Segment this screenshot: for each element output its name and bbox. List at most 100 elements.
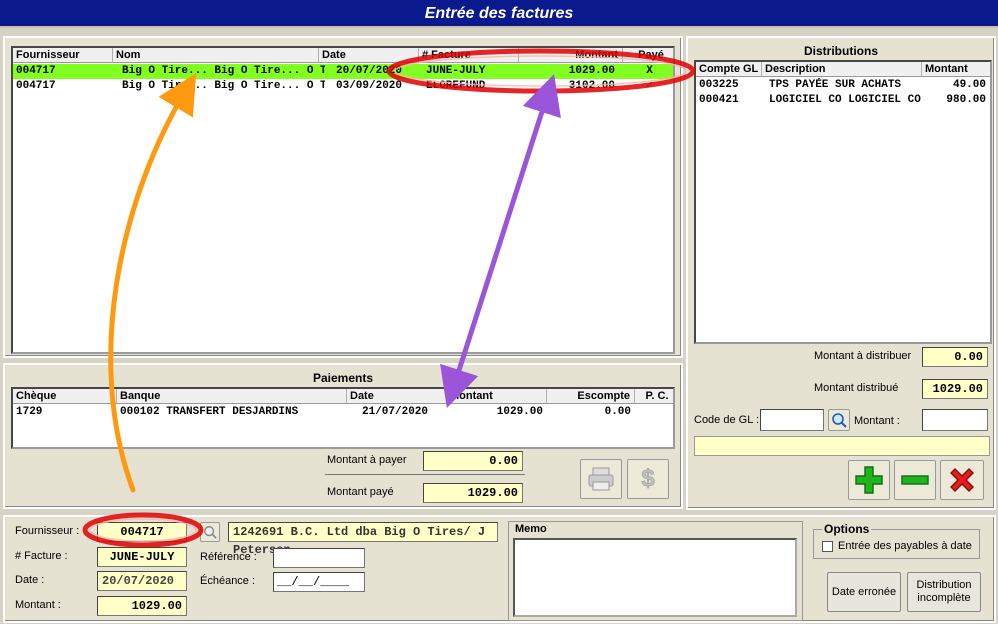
supplier-label: Fournisseur : [15, 525, 80, 537]
due-label: Échéance : [200, 575, 256, 587]
paid-field: 1029.00 [423, 483, 523, 503]
minus-icon [901, 475, 929, 485]
col-pc[interactable]: P. C. [635, 389, 673, 404]
payables-checkbox-label: Entrée des payables à date [838, 540, 972, 552]
cell-paid: ✓ [646, 80, 653, 92]
col-date[interactable]: Date [319, 48, 419, 63]
supplier-search-button[interactable] [200, 522, 220, 542]
date-label: Date : [15, 574, 45, 586]
search-icon [204, 526, 217, 539]
divider [325, 474, 525, 475]
options-group: Options Entrée des payables à date [813, 522, 980, 559]
cell-amount: 1029.00 [568, 65, 615, 77]
col-bank[interactable]: Banque [117, 389, 347, 404]
amount-field[interactable]: 1029.00 [97, 596, 187, 616]
incomplete-button-line1: Distribution [916, 579, 972, 591]
supplier-field[interactable]: 004717 [97, 522, 187, 542]
distributions-table[interactable]: Compte GL Description Montant 003225 TPS… [694, 60, 992, 344]
remove-button[interactable] [894, 460, 936, 500]
table-row[interactable]: 000421 LOGICIEL CO LOGICIEL CO 980.00 [696, 93, 990, 108]
distributions-panel: Distributions Compte GL Description Mont… [686, 36, 996, 510]
payment-button[interactable]: $ [627, 459, 669, 499]
dist-amount-label: Montant : [854, 415, 900, 427]
wrong-date-button[interactable]: Date erronée [827, 572, 901, 612]
to-pay-field: 0.00 [423, 451, 523, 471]
memo-label: Memo [515, 523, 547, 535]
invoice-form-panel: Fournisseur : 004717 1242691 B.C. Ltd db… [3, 515, 996, 623]
printer-icon [588, 467, 614, 491]
svg-text:$: $ [641, 465, 655, 492]
cell-amount: 1029.00 [496, 406, 543, 418]
incomplete-distribution-button[interactable]: Distribution incomplète [907, 572, 981, 612]
payables-checkbox[interactable] [822, 541, 833, 552]
cell-description: LOGICIEL CO LOGICIEL CO [769, 94, 921, 106]
red-x-icon [950, 468, 974, 492]
cell-gl-account: 003225 [699, 79, 739, 91]
reference-label: Référence : [200, 551, 257, 563]
col-supplier[interactable]: Fournisseur [13, 48, 113, 63]
col-paid[interactable]: Payé [623, 48, 673, 63]
invoices-panel: Fournisseur Nom Date # Facture Montant P… [3, 36, 683, 358]
window-title: Entrée des factures [0, 0, 998, 28]
col-name[interactable]: Nom [113, 48, 319, 63]
table-row[interactable]: 1729 000102 TRANSFERT DESJARDINS 21/07/2… [13, 405, 673, 420]
cell-date: 20/07/2020 [336, 65, 403, 77]
distribution-message-bar [694, 436, 990, 456]
dollar-arrows-icon: $ [641, 465, 656, 493]
search-icon [832, 413, 847, 428]
cell-supplier: 004717 [16, 65, 56, 77]
dist-amount-input[interactable] [922, 409, 988, 431]
col-gl-account[interactable]: Compte GL [696, 62, 762, 77]
table-row[interactable]: 004717 Big O Tire... Big O Tire... O Tir… [13, 64, 673, 79]
paid-label: Montant payé [327, 486, 394, 498]
gl-search-button[interactable] [828, 409, 850, 431]
cell-date: 03/09/2020 [336, 80, 403, 92]
plus-icon [855, 466, 883, 494]
due-input[interactable]: __/__/____ [273, 572, 365, 592]
distributed-field: 1029.00 [922, 379, 988, 399]
col-invoice[interactable]: # Facture [419, 48, 519, 63]
cell-name: Big O Tire... Big O Tire... O Tire... [122, 65, 325, 77]
col-discount[interactable]: Escompte [547, 389, 635, 404]
payments-table[interactable]: Chèque Banque Date Montant Escompte P. C… [11, 387, 675, 449]
cell-bank: 000102 TRANSFERT DESJARDINS [120, 406, 299, 418]
col-amount[interactable]: Montant [519, 48, 623, 63]
add-button[interactable] [848, 460, 890, 500]
invoices-table[interactable]: Fournisseur Nom Date # Facture Montant P… [11, 46, 675, 354]
memo-textarea[interactable] [513, 538, 797, 617]
cell-name: Big O Tire... Big O Tire... O Tire... [122, 80, 325, 92]
payments-panel: Paiements Chèque Banque Date Montant Esc… [3, 363, 683, 509]
supplier-name-field: 1242691 B.C. Ltd dba Big O Tires/ J Pete… [228, 522, 498, 557]
payments-title: Paiements [312, 371, 374, 385]
cell-description: TPS PAYÉE SUR ACHATS [769, 79, 902, 91]
options-title: Options [822, 522, 872, 536]
col-cheque[interactable]: Chèque [13, 389, 117, 404]
invoice-label: # Facture : [15, 550, 68, 562]
col-description[interactable]: Description [762, 62, 922, 77]
cell-pc [635, 405, 673, 420]
amount-label: Montant : [15, 599, 61, 611]
invoice-field[interactable]: JUNE-JULY [97, 547, 187, 567]
cell-discount: 0.00 [604, 406, 631, 418]
cell-amount: 980.00 [946, 94, 986, 106]
distributions-title: Distributions [804, 44, 878, 58]
gl-code-input[interactable] [760, 409, 824, 431]
table-row[interactable]: 004717 Big O Tire... Big O Tire... O Tir… [13, 79, 673, 94]
table-row[interactable]: 003225 TPS PAYÉE SUR ACHATS 49.00 [696, 78, 990, 93]
col-amount[interactable]: Montant [922, 62, 990, 77]
to-distribute-label: Montant à distribuer [814, 350, 912, 362]
gl-code-label: Code de GL : [694, 414, 760, 426]
col-date[interactable]: Date [347, 389, 447, 404]
reference-input[interactable] [273, 548, 365, 568]
date-field[interactable]: 20/07/2020 [97, 571, 187, 591]
to-distribute-field: 0.00 [922, 347, 988, 367]
cell-date: 21/07/2020 [362, 406, 429, 418]
cell-amount: 49.00 [952, 79, 986, 91]
cell-supplier: 004717 [16, 80, 56, 92]
print-button[interactable] [580, 459, 622, 499]
cell-paid: X [646, 65, 653, 77]
cell-invoice: ELOREFUND [426, 80, 486, 92]
col-amount[interactable]: Montant [447, 389, 547, 404]
distributed-label: Montant distribué [814, 382, 899, 394]
delete-button[interactable] [940, 460, 984, 500]
